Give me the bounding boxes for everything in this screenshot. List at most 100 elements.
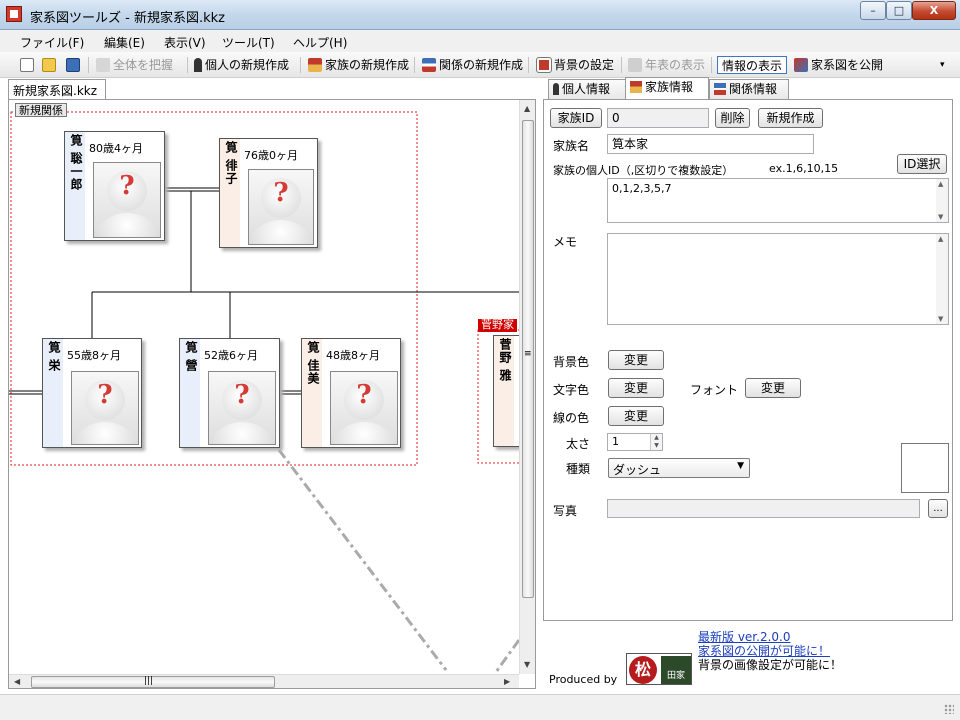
- open-file-button[interactable]: [42, 56, 59, 74]
- document-tab[interactable]: 新規家系図.kkz: [8, 79, 106, 99]
- line-type-select[interactable]: ダッシュ ▼: [608, 458, 750, 478]
- text-color-label: 文字色: [553, 383, 590, 397]
- relation-icon: [422, 58, 436, 72]
- scroll-left-icon[interactable]: ◀: [14, 677, 20, 686]
- window-title: 家系図ツールズ - 新規家系図.kkz: [30, 11, 225, 26]
- info-button[interactable]: 情報の表示: [717, 56, 788, 74]
- resize-grip-icon[interactable]: [944, 704, 954, 714]
- background-button[interactable]: 背景の設定: [536, 56, 614, 74]
- textarea-scrollbar[interactable]: [936, 234, 948, 324]
- new-family-label: 家族の新規作成: [325, 58, 410, 72]
- person-card[interactable]: 筧 徘子 76歳0ヶ月 ?: [219, 138, 318, 248]
- line-preview: [901, 443, 949, 493]
- relation-line: [494, 639, 519, 673]
- member-ids-label: 家族の個人ID（,区切りで複数設定）: [553, 164, 734, 177]
- person-card[interactable]: 筧 佳美 48歳8ヶ月 ?: [301, 338, 401, 448]
- timeline-label: 年表の表示: [645, 58, 706, 72]
- font-change-button[interactable]: 変更: [745, 378, 801, 398]
- text-color-change-button[interactable]: 変更: [608, 378, 664, 398]
- app-icon: [6, 6, 22, 22]
- timeline-button[interactable]: 年表の表示: [628, 56, 705, 74]
- memo-field[interactable]: [607, 233, 949, 325]
- publish-button[interactable]: 家系図を公開: [794, 56, 883, 74]
- member-ids-value: 0,1,2,3,5,7: [612, 182, 672, 195]
- person-icon: [194, 58, 202, 72]
- person-age: 80歳4ヶ月: [89, 142, 143, 155]
- toolbar-separator: [711, 57, 712, 73]
- person-age: 48歳8ヶ月: [326, 349, 380, 362]
- horizontal-scrollbar[interactable]: ◀ ||| ▶: [9, 674, 519, 688]
- tab-relation-info[interactable]: 関係情報: [709, 79, 789, 99]
- toolbar-separator: [414, 57, 415, 73]
- person-name: 菅野 雅: [494, 336, 514, 446]
- publish-label: 家系図を公開: [811, 58, 884, 72]
- person-card[interactable]: 菅野 雅: [493, 335, 519, 447]
- tab-family-info-label: 家族情報: [645, 80, 694, 94]
- toolbar-overflow-icon[interactable]: ▾: [940, 56, 945, 74]
- background-icon: [536, 57, 552, 73]
- bg-color-change-button[interactable]: 変更: [608, 350, 664, 370]
- family-id-button[interactable]: 家族ID: [550, 108, 602, 128]
- vertical-scroll-thumb[interactable]: ≡: [522, 120, 534, 598]
- close-button[interactable]: X: [912, 1, 956, 20]
- menu-edit[interactable]: 編集(E): [104, 34, 145, 51]
- house-icon: [308, 58, 322, 72]
- menu-bar: ファイル(F) 編集(E) 表示(V) ツール(T) ヘルプ(H): [0, 30, 960, 52]
- person-card[interactable]: 筧 栄 55歳8ヶ月 ?: [42, 338, 142, 448]
- line-type-value: ダッシュ: [613, 463, 662, 477]
- menu-view[interactable]: 表示(V): [164, 34, 206, 51]
- person-name: 筧 徘子: [220, 139, 240, 247]
- person-age: 76歳0ヶ月: [244, 149, 298, 162]
- fit-all-button[interactable]: 全体を把握: [96, 56, 173, 74]
- new-family-button[interactable]: 家族の新規作成: [308, 56, 409, 74]
- photo-placeholder-icon: ?: [248, 169, 314, 245]
- horizontal-scroll-thumb[interactable]: |||: [31, 676, 275, 688]
- textarea-scrollbar[interactable]: [936, 179, 948, 222]
- person-age: 55歳8ヶ月: [67, 349, 121, 362]
- photo-path-field[interactable]: [607, 499, 920, 518]
- new-family-record-button[interactable]: 新規作成: [758, 108, 823, 128]
- browse-button[interactable]: ...: [928, 499, 948, 518]
- scroll-up-icon[interactable]: ▲: [524, 104, 530, 113]
- new-relation-label: 関係の新規作成: [439, 58, 524, 72]
- delete-button[interactable]: 削除: [715, 108, 750, 128]
- status-bar: [0, 694, 960, 720]
- member-ids-field[interactable]: 0,1,2,3,5,7: [607, 178, 949, 223]
- bg-color-label: 背景色: [553, 355, 590, 369]
- scroll-down-icon[interactable]: ▼: [524, 660, 530, 669]
- family-id-field[interactable]: 0: [607, 108, 709, 128]
- photo-label: 写真: [553, 504, 578, 518]
- save-button[interactable]: [66, 56, 83, 74]
- thickness-spinner[interactable]: 1 ▲ ▼: [607, 433, 663, 451]
- person-card[interactable]: 筧 聡一郎 80歳4ヶ月 ?: [64, 131, 165, 241]
- group-label[interactable]: 新規関係: [15, 103, 67, 117]
- tree-canvas[interactable]: 新規関係 菅野家 筧 聡一郎 80歳4ヶ月 ? 筧 徘子 76歳0ヶ月 ? 筧 …: [9, 100, 519, 674]
- person-icon: [553, 83, 559, 95]
- maximize-button[interactable]: □: [886, 1, 912, 20]
- family-name-field[interactable]: 筧本家: [607, 134, 814, 154]
- vertical-scrollbar[interactable]: ▲ ≡ ▼: [519, 100, 535, 674]
- new-person-button[interactable]: 個人の新規作成: [194, 56, 289, 74]
- scroll-right-icon[interactable]: ▶: [504, 677, 510, 686]
- logo-seal: 松: [629, 656, 657, 684]
- tab-family-info[interactable]: 家族情報: [625, 77, 709, 99]
- tab-person-info[interactable]: 個人情報: [548, 79, 626, 99]
- menu-tools[interactable]: ツール(T): [222, 34, 275, 51]
- producer-logo[interactable]: 松 田家: [626, 653, 692, 685]
- id-select-button[interactable]: ID選択: [897, 154, 947, 174]
- person-card[interactable]: 筧 營 52歳6ヶ月 ?: [179, 338, 280, 448]
- toolbar-separator: [88, 57, 89, 73]
- person-age: 52歳6ヶ月: [204, 349, 258, 362]
- minimize-button[interactable]: –: [860, 1, 886, 20]
- spinner-arrows-icon[interactable]: ▲ ▼: [650, 434, 662, 450]
- line-color-change-button[interactable]: 変更: [608, 406, 664, 426]
- new-relation-button[interactable]: 関係の新規作成: [422, 56, 523, 74]
- person-name: 筧 聡一郎: [65, 132, 85, 240]
- menu-file[interactable]: ファイル(F): [20, 34, 84, 51]
- timeline-icon: [628, 58, 642, 72]
- photo-placeholder-icon: ?: [71, 371, 139, 445]
- group-label-2[interactable]: 菅野家: [478, 319, 517, 332]
- new-file-button[interactable]: [20, 56, 37, 74]
- toolbar-separator: [187, 57, 188, 73]
- menu-help[interactable]: ヘルプ(H): [293, 34, 347, 51]
